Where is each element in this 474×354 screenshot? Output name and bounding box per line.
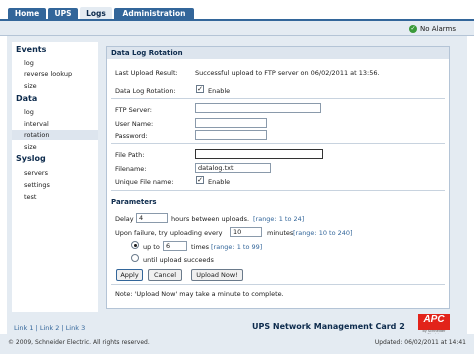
delay-hours-input[interactable]: 4 bbox=[136, 213, 168, 223]
sidebar-item-test[interactable]: test bbox=[12, 192, 98, 202]
retry-minutes-input[interactable]: 10 bbox=[230, 227, 262, 237]
until-success-label: until upload succeeds bbox=[143, 256, 214, 264]
footer-link-1[interactable]: Link 1 bbox=[14, 324, 34, 332]
footer-link-2[interactable]: Link 2 bbox=[40, 324, 60, 332]
upto-range-hint: [range: 1 to 99] bbox=[211, 243, 263, 251]
divider bbox=[111, 98, 445, 99]
unique-filename-checkbox[interactable]: ✓ bbox=[196, 176, 204, 184]
parameters-heading: Parameters bbox=[111, 198, 157, 206]
unique-enable-text: Enable bbox=[208, 178, 231, 186]
nav-heading-events: Events bbox=[16, 45, 47, 54]
status-bar: ✓ No Alarms bbox=[0, 21, 474, 36]
filepath-input[interactable] bbox=[195, 149, 323, 159]
cancel-button[interactable]: Cancel bbox=[148, 269, 182, 281]
sidebar-item-settings[interactable]: settings bbox=[12, 180, 98, 190]
check-circle-icon: ✓ bbox=[409, 25, 417, 33]
password-input[interactable] bbox=[195, 130, 267, 140]
sidebar-item-rotation[interactable]: rotation bbox=[12, 130, 98, 140]
upto-prefix: up to bbox=[143, 243, 160, 251]
footer-link-3[interactable]: Link 3 bbox=[66, 324, 86, 332]
sidebar-item-servers[interactable]: servers bbox=[12, 168, 98, 178]
updated-timestamp: Updated: 06/02/2011 at 14:41 bbox=[374, 339, 466, 346]
nav-heading-data: Data bbox=[16, 94, 38, 103]
panel-title: Data Log Rotation bbox=[107, 47, 449, 59]
alarm-status[interactable]: ✓ No Alarms bbox=[409, 24, 456, 34]
last-upload-value: Successful upload to FTP server on 06/02… bbox=[195, 69, 380, 77]
unique-filename-label: Unique File name: bbox=[115, 178, 174, 186]
divider bbox=[111, 143, 445, 144]
username-input[interactable] bbox=[195, 118, 267, 128]
sidebar-item-events-size[interactable]: size bbox=[12, 81, 98, 91]
alarm-text: No Alarms bbox=[420, 25, 456, 33]
failure-range-hint: [range: 10 to 240] bbox=[293, 229, 353, 237]
failure-prefix: Upon failure, try uploading every bbox=[115, 229, 223, 237]
rotation-label: Data Log Rotation: bbox=[115, 87, 176, 95]
rotation-enable-text: Enable bbox=[208, 87, 231, 95]
delay-suffix: hours between uploads. bbox=[171, 215, 250, 223]
sidebar-item-reverse-lookup[interactable]: reverse lookup bbox=[12, 69, 98, 79]
until-success-radio[interactable] bbox=[131, 254, 139, 262]
upto-suffix: times bbox=[191, 243, 210, 251]
divider bbox=[111, 190, 445, 191]
copyright-text: © 2009, Schneider Electric. All rights r… bbox=[8, 339, 150, 346]
product-name: UPS Network Management Card 2 bbox=[252, 322, 405, 331]
apply-button[interactable]: Apply bbox=[116, 269, 143, 281]
tab-bar: Home UPS Logs Administration bbox=[0, 0, 474, 21]
nav-heading-syslog: Syslog bbox=[16, 154, 46, 163]
failure-suffix: minutes bbox=[267, 229, 294, 237]
sidebar-item-events-log[interactable]: log bbox=[12, 58, 98, 68]
sidebar-item-data-size[interactable]: size bbox=[12, 142, 98, 152]
filename-label: Filename: bbox=[115, 165, 147, 173]
password-label: Password: bbox=[115, 132, 148, 140]
ftp-server-input[interactable] bbox=[195, 103, 321, 113]
apc-logo: APC bbox=[418, 314, 450, 330]
divider bbox=[111, 284, 445, 285]
up-to-radio[interactable] bbox=[131, 241, 139, 249]
delay-range-hint: [range: 1 to 24] bbox=[253, 215, 305, 223]
data-log-rotation-panel: Data Log Rotation Last Upload Result: Su… bbox=[106, 46, 450, 309]
footer-links: Link 1 | Link 2 | Link 3 bbox=[14, 324, 86, 332]
delay-prefix: Delay bbox=[115, 215, 134, 223]
filepath-label: File Path: bbox=[115, 151, 145, 159]
ftp-server-label: FTP Server: bbox=[115, 106, 152, 114]
upload-note: Note: 'Upload Now' may take a minute to … bbox=[115, 290, 284, 298]
last-upload-label: Last Upload Result: bbox=[115, 69, 178, 77]
username-label: User Name: bbox=[115, 120, 154, 128]
sidebar-item-data-log[interactable]: log bbox=[12, 107, 98, 117]
filename-input[interactable]: datalog.txt bbox=[195, 163, 271, 173]
sidebar: Events log reverse lookup size Data log … bbox=[12, 42, 98, 312]
sidebar-item-interval[interactable]: interval bbox=[12, 119, 98, 129]
retry-times-input[interactable]: 6 bbox=[163, 241, 187, 251]
upload-now-button[interactable]: Upload Now! bbox=[191, 269, 243, 281]
rotation-enable-checkbox[interactable]: ✓ bbox=[196, 85, 204, 93]
